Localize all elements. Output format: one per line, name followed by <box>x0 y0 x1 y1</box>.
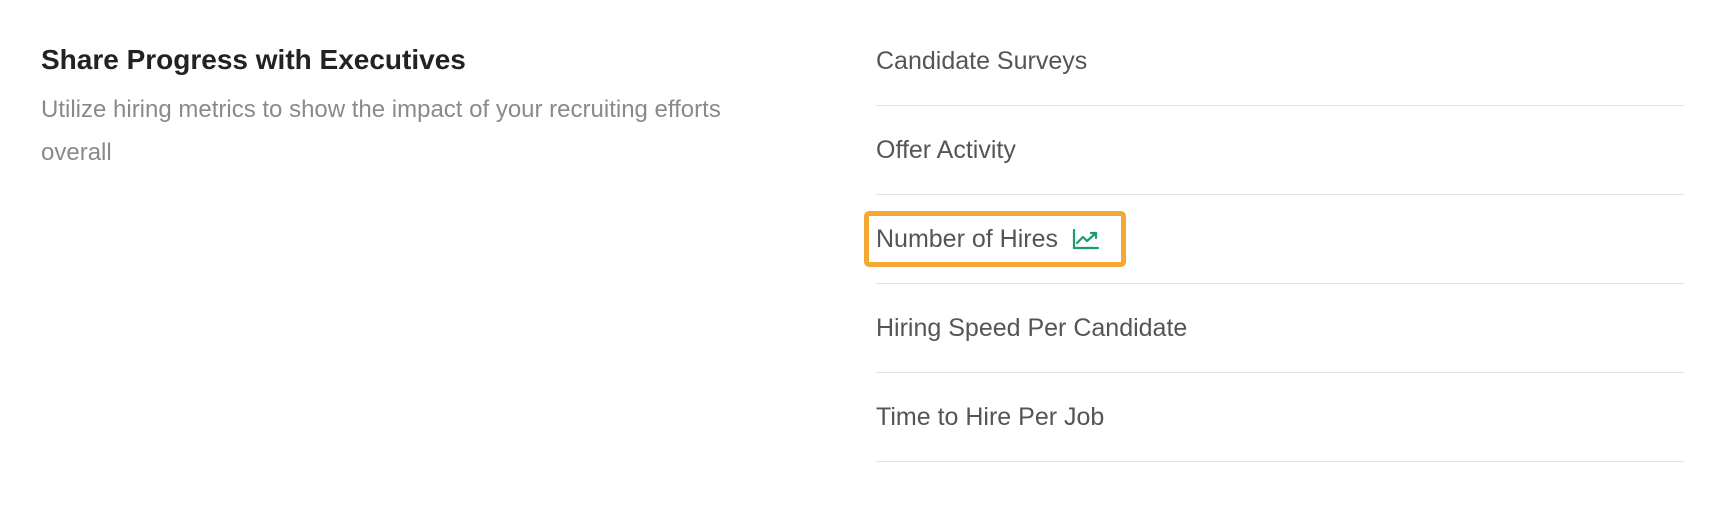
list-item[interactable]: Time to Hire Per Job <box>876 373 1684 462</box>
report-link-candidate-surveys[interactable]: Candidate Surveys <box>876 41 1087 81</box>
report-label: Offer Activity <box>876 136 1016 164</box>
list-item[interactable]: Number of Hires <box>876 195 1684 284</box>
section-intro: Share Progress with Executives Utilize h… <box>41 40 741 174</box>
list-item[interactable]: Candidate Surveys <box>876 17 1684 106</box>
page: Share Progress with Executives Utilize h… <box>0 0 1720 522</box>
list-item[interactable]: Hiring Speed Per Candidate <box>876 284 1684 373</box>
report-label: Time to Hire Per Job <box>876 403 1105 431</box>
section-title: Share Progress with Executives <box>41 44 466 75</box>
report-list: Candidate Surveys Offer Activity Number … <box>864 17 1684 462</box>
report-link-number-of-hires[interactable]: Number of Hires <box>876 219 1100 259</box>
list-item[interactable]: Offer Activity <box>876 106 1684 195</box>
report-link-hiring-speed-per-candidate[interactable]: Hiring Speed Per Candidate <box>876 308 1187 348</box>
report-label: Hiring Speed Per Candidate <box>876 314 1188 342</box>
report-link-offer-activity[interactable]: Offer Activity <box>876 130 1016 170</box>
trend-chart-icon <box>1072 228 1100 250</box>
report-label: Candidate Surveys <box>876 47 1088 75</box>
report-label: Number of Hires <box>876 225 1058 253</box>
section-description: Utilize hiring metrics to show the impac… <box>41 96 721 166</box>
report-link-time-to-hire-per-job[interactable]: Time to Hire Per Job <box>876 397 1104 437</box>
